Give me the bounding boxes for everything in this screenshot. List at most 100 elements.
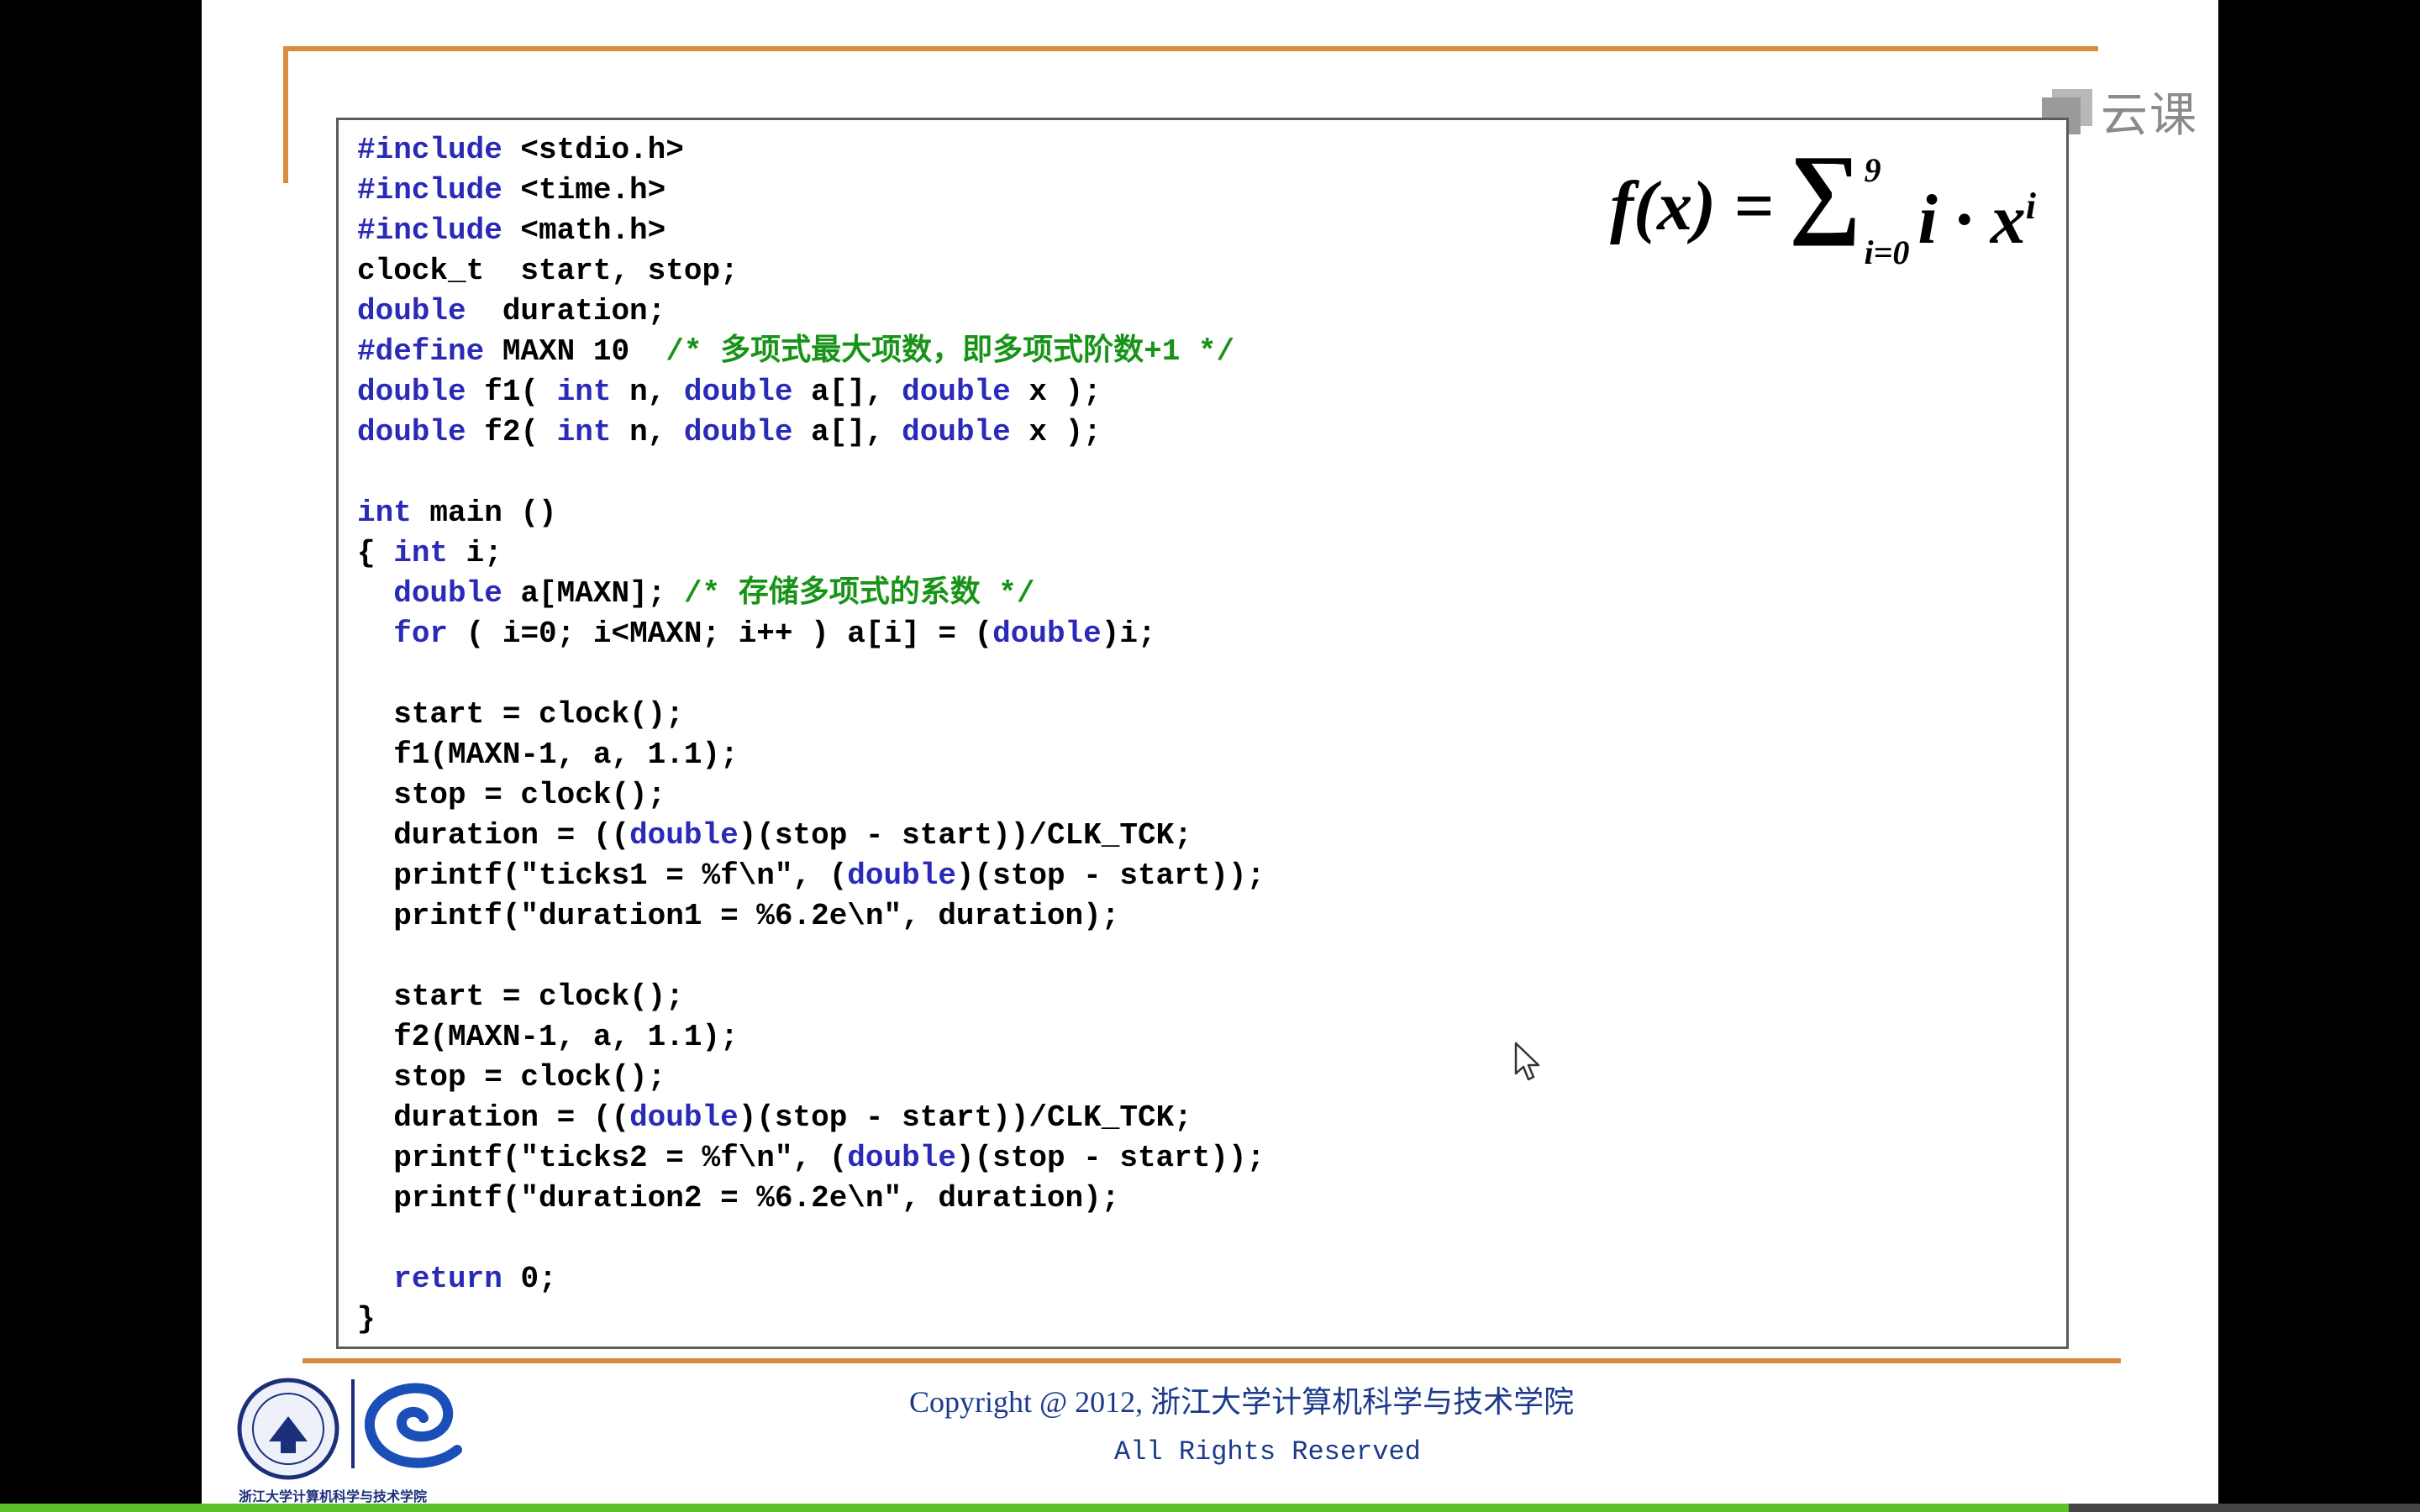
video-progress-bar[interactable] xyxy=(0,1504,2420,1512)
video-progress-fill xyxy=(0,1504,2070,1512)
code-line: f1(MAXN-1, a, 1.1); xyxy=(357,735,1265,775)
code-text: start = clock(); xyxy=(357,697,684,732)
code-text: } xyxy=(357,1302,376,1336)
code-line: printf("ticks1 = %f\n", (double)(stop - … xyxy=(357,856,1265,896)
summation-limits: 9 i=0 xyxy=(1865,135,1910,270)
code-text: f2( xyxy=(466,415,557,449)
code-keyword: double xyxy=(683,375,793,409)
code-text: { xyxy=(357,536,394,570)
code-line: return 0; xyxy=(357,1259,1265,1299)
code-line: } xyxy=(357,1299,1265,1340)
code-line: printf("ticks2 = %f\n", (double)(stop - … xyxy=(357,1138,1265,1179)
code-keyword: double xyxy=(629,818,739,853)
code-text: printf("duration1 = %6.2e\n", duration); xyxy=(357,899,1120,933)
cs-college-logo-icon xyxy=(351,1379,462,1468)
polynomial-formula: f(x) = ∑ 9 i=0 i · xi xyxy=(1610,135,2036,270)
code-line: start = clock(); xyxy=(357,695,1265,735)
code-line: { int i; xyxy=(357,533,1265,574)
code-line: clock_t start, stop; xyxy=(357,251,1265,291)
upper-limit: 9 xyxy=(1864,151,1881,189)
code-text: f2(MAXN-1, a, 1.1); xyxy=(357,1020,739,1054)
code-line: #include <time.h> xyxy=(357,171,1265,211)
code-keyword: #include xyxy=(357,173,502,207)
code-text: x ); xyxy=(1010,375,1102,409)
code-text: i; xyxy=(448,536,502,570)
formula-lhs: f(x) = xyxy=(1610,167,1774,245)
code-text: duration = (( xyxy=(357,818,630,853)
code-text: printf("duration2 = %6.2e\n", duration); xyxy=(357,1181,1120,1215)
code-keyword: #define xyxy=(357,334,485,369)
code-line: double a[MAXN]; /* 存储多项式的系数 */ xyxy=(357,574,1265,614)
code-line: duration = ((double)(stop - start))/CLK_… xyxy=(357,816,1265,856)
code-line: for ( i=0; i<MAXN; i++ ) a[i] = (double)… xyxy=(357,614,1265,654)
lower-limit: i=0 xyxy=(1864,234,1910,271)
code-text: <math.h> xyxy=(502,213,666,248)
code-keyword: double xyxy=(629,1100,739,1135)
code-text: <time.h> xyxy=(502,173,666,207)
code-comment: /* 存储多项式的系数 */ xyxy=(683,576,1035,611)
code-text: 0; xyxy=(502,1262,557,1296)
code-keyword: for xyxy=(393,617,449,651)
code-keyword: double xyxy=(683,415,793,449)
slide-frame-bottom-line xyxy=(302,1358,2121,1363)
code-text: a[], xyxy=(792,415,902,449)
code-text: printf("ticks1 = %f\n", ( xyxy=(357,858,848,893)
code-text: a[], xyxy=(792,375,902,409)
code-line: printf("duration1 = %6.2e\n", duration); xyxy=(357,896,1265,937)
code-line: stop = clock(); xyxy=(357,775,1265,816)
code-line: double f1( int n, double a[], double x )… xyxy=(357,372,1265,412)
code-keyword: double xyxy=(847,1141,956,1175)
code-keyword: double xyxy=(902,375,1011,409)
code-text: )(stop - start)); xyxy=(955,1141,1265,1175)
code-text: ( i=0; i<MAXN; i++ ) a[i] = ( xyxy=(448,617,993,651)
lecture-slide: 云课 #include <stdio.h> #include <time.h> #i… xyxy=(202,0,2218,1512)
summation-symbol: ∑ xyxy=(1788,134,1861,246)
formula-term: i · xi xyxy=(1918,181,2036,259)
code-text: )(stop - start))/CLK_TCK; xyxy=(738,1100,1192,1135)
code-line: int main () xyxy=(357,493,1265,533)
code-keyword: double xyxy=(847,858,956,893)
zju-seal-icon xyxy=(237,1378,339,1480)
code-text: main () xyxy=(411,496,557,530)
copyright-text: Copyright @ 2012, 浙江大学计算机科学与技术学院 xyxy=(909,1385,1575,1419)
code-keyword: int xyxy=(556,415,612,449)
code-keyword: #include xyxy=(357,133,502,167)
slide-frame-top-line xyxy=(283,46,2098,51)
code-text: MAXN 10 xyxy=(484,334,666,369)
rights-text: All Rights Reserved xyxy=(1114,1436,1421,1467)
code-line: printf("duration2 = %6.2e\n", duration); xyxy=(357,1179,1265,1219)
code-line: double f2( int n, double a[], double x )… xyxy=(357,412,1265,453)
code-text: stop = clock(); xyxy=(357,778,666,812)
code-keyword: int xyxy=(357,496,412,530)
code-text: n, xyxy=(611,415,684,449)
code-keyword: return xyxy=(393,1262,502,1296)
code-comment: /* 多项式最大项数，即多项式阶数+1 */ xyxy=(666,334,1235,369)
code-keyword: #include xyxy=(357,213,502,248)
code-keyword: double xyxy=(393,576,502,611)
mouse-cursor-icon xyxy=(1514,1042,1540,1081)
watermark-text: 云课 xyxy=(2101,88,2198,143)
code-text: <stdio.h> xyxy=(502,133,684,167)
code-line: #include <stdio.h> xyxy=(357,130,1265,171)
code-text: )(stop - start))/CLK_TCK; xyxy=(738,818,1192,853)
code-keyword: int xyxy=(393,536,449,570)
code-line: start = clock(); xyxy=(357,977,1265,1017)
code-block: #include <stdio.h> #include <time.h> #incl… xyxy=(357,130,1265,1340)
code-keyword: double xyxy=(357,415,466,449)
code-text: stop = clock(); xyxy=(357,1060,666,1095)
code-text: n, xyxy=(611,375,684,409)
code-line: stop = clock(); xyxy=(357,1058,1265,1098)
code-text: )(stop - start)); xyxy=(955,858,1265,893)
code-keyword: double xyxy=(902,415,1011,449)
code-panel: #include <stdio.h> #include <time.h> #incl… xyxy=(336,118,2069,1349)
code-line: duration = ((double)(stop - start))/CLK_… xyxy=(357,1098,1265,1138)
logo-caption: 浙江大学计算机科学与技术学院 xyxy=(239,1488,428,1504)
code-keyword: double xyxy=(992,617,1102,651)
code-line: #include <math.h> xyxy=(357,211,1265,251)
code-text: clock_t start, stop; xyxy=(357,254,739,288)
